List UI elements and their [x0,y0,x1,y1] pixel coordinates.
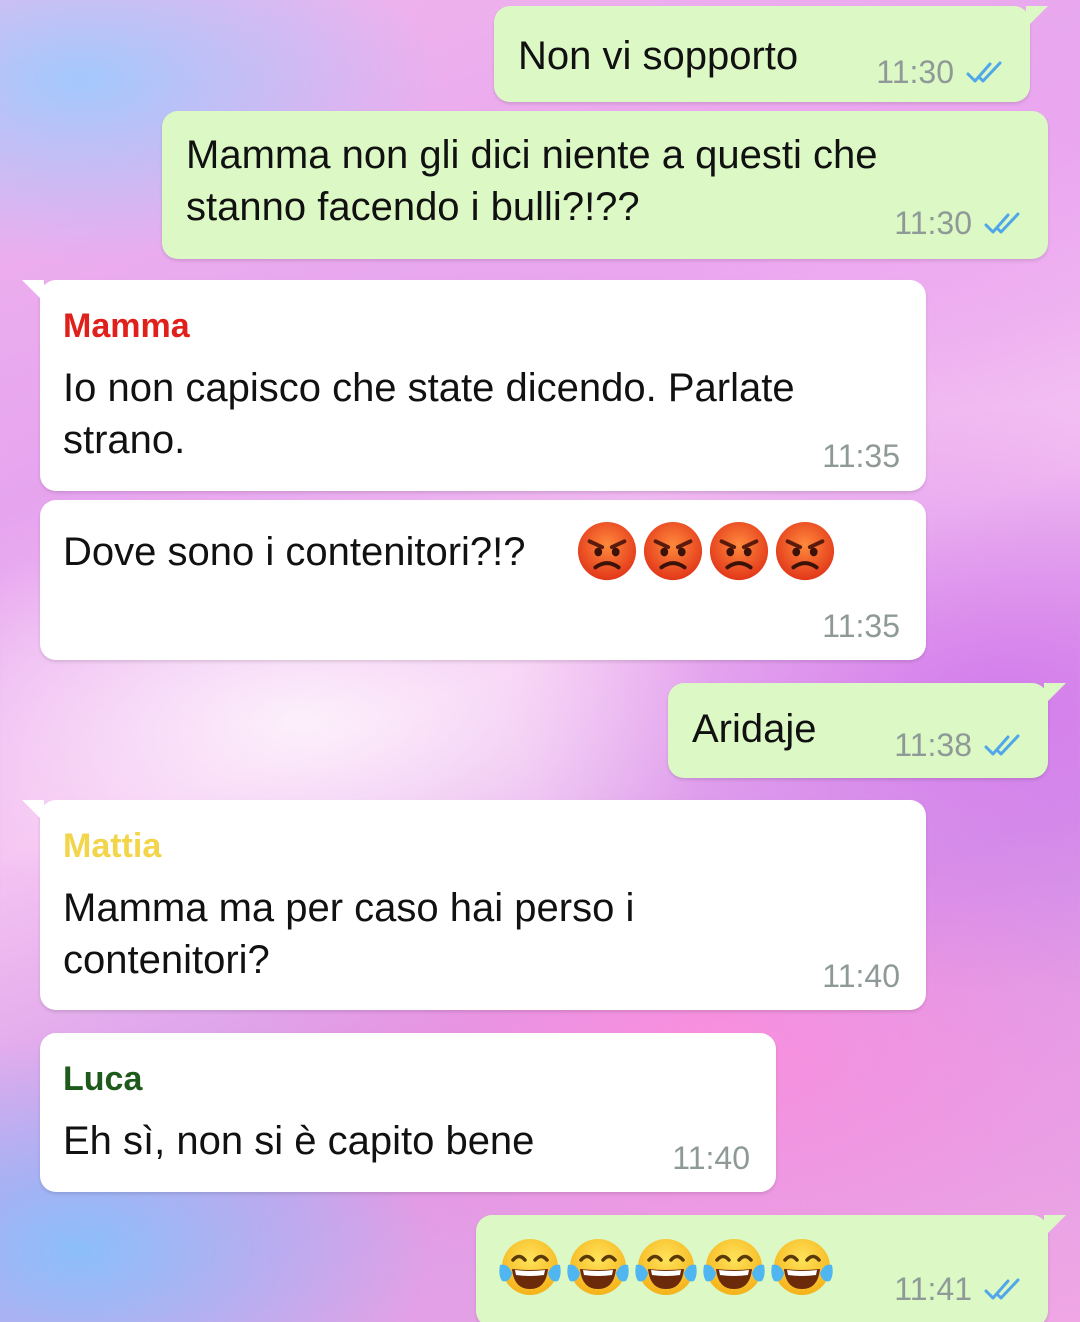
sender-name[interactable]: Mattia [63,826,161,866]
message-time: 11:30 [894,205,972,241]
double-check-read-icon [984,733,1024,759]
chat-conversation: Non vi sopporto 11:30 Mamma non gli dici… [0,0,1080,1322]
tears-of-joy-emoji [770,1235,834,1299]
message-meta: 11:35 [822,608,900,645]
message-bubble-incoming[interactable]: Mamma Io non capisco che state dicendo. … [22,280,926,491]
message-meta: 11:40 [822,958,900,995]
pouting-face-emoji [576,520,638,582]
message-meta: 11:41 [894,1271,1024,1308]
message-time: 11:40 [822,958,900,994]
tears-of-joy-emoji [498,1235,562,1299]
sender-name[interactable]: Mamma [63,306,190,346]
message-meta: 11:38 [894,727,1024,764]
message-meta: 11:30 [876,54,1006,91]
pouting-face-emoji [708,520,770,582]
message-text: Mamma ma per caso hai perso i contenitor… [63,886,635,982]
pouting-face-emoji [774,520,836,582]
message-meta: 11:40 [672,1140,750,1177]
message-text: Eh sì, non si è capito bene [63,1119,535,1163]
message-meta: 11:30 [894,205,1024,242]
message-time: 11:40 [672,1140,750,1176]
pouting-face-emoji [642,520,704,582]
message-time: 11:38 [894,727,972,763]
message-bubble-outgoing[interactable]: Aridaje 11:38 [668,683,1066,778]
message-time: 11:35 [822,438,900,474]
message-text: Non vi sopporto [518,34,799,78]
message-text: Io non capisco che state dicendo. Parlat… [63,366,795,462]
tears-of-joy-emoji [634,1235,698,1299]
emoji-group [576,520,836,582]
message-bubble-incoming[interactable]: Dove sono i contenitori?!? 11:35 [40,500,926,660]
tears-of-joy-emoji [702,1235,766,1299]
double-check-read-icon [966,60,1006,86]
double-check-read-icon [984,211,1024,237]
message-time: 11:30 [876,54,954,90]
message-meta: 11:35 [822,438,900,475]
message-text: Dove sono i contenitori?!? [63,530,526,574]
emoji-group [498,1235,834,1299]
sender-name[interactable]: Luca [63,1059,142,1099]
message-text: Aridaje [692,707,817,751]
message-bubble-incoming[interactable]: Mattia Mamma ma per caso hai perso i con… [22,800,926,1010]
message-time: 11:35 [822,608,900,644]
double-check-read-icon [984,1277,1024,1303]
message-text: Mamma non gli dici niente a questi che s… [186,133,878,229]
message-bubble-outgoing[interactable]: Non vi sopporto 11:30 [494,6,1048,102]
tears-of-joy-emoji [566,1235,630,1299]
message-bubble-outgoing[interactable]: 11:41 [476,1215,1066,1322]
message-bubble-incoming[interactable]: Luca Eh sì, non si è capito bene 11:40 [40,1033,776,1192]
message-time: 11:41 [894,1271,972,1307]
message-bubble-outgoing[interactable]: Mamma non gli dici niente a questi che s… [162,111,1048,259]
